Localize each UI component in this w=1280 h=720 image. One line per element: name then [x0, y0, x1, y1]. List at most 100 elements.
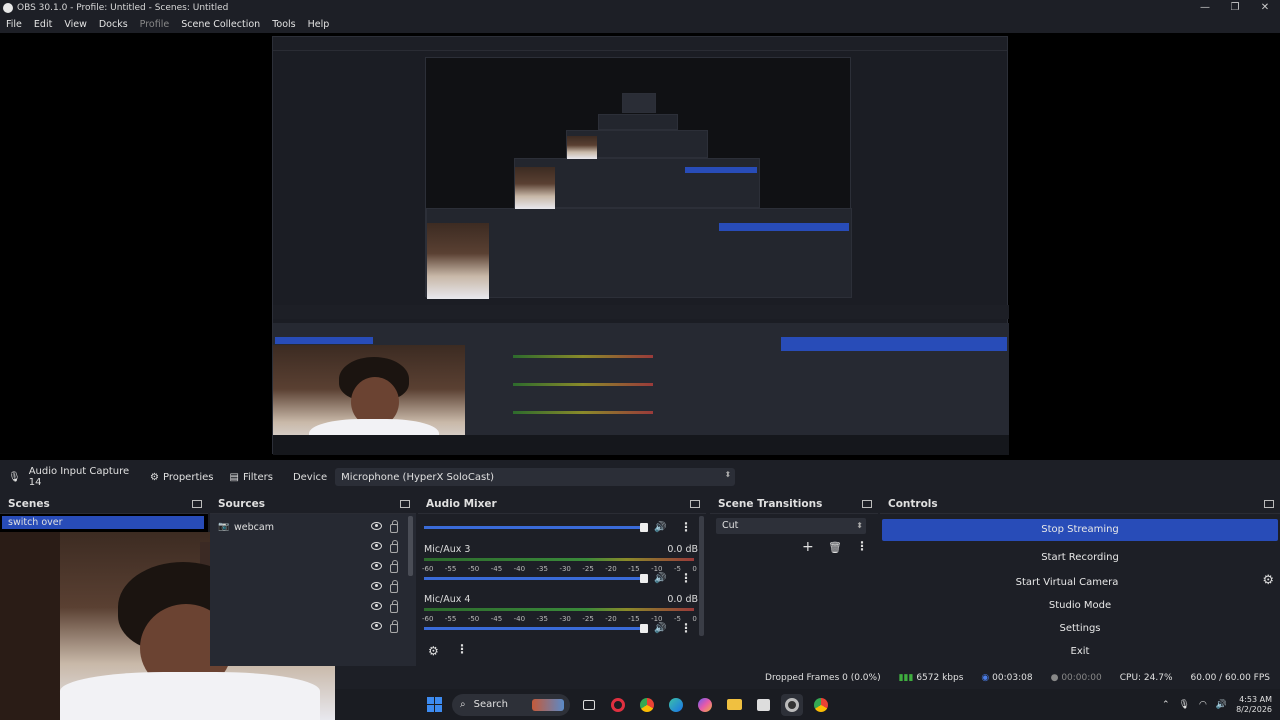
- start-recording-button[interactable]: Start Recording: [882, 548, 1278, 568]
- lock-icon[interactable]: [390, 559, 398, 573]
- taskbar-search[interactable]: ⌕ Search: [452, 693, 570, 716]
- folder-icon: [726, 699, 742, 710]
- channel-db: 0.0 dB: [667, 594, 698, 605]
- opera-app[interactable]: [607, 694, 629, 716]
- settings-button[interactable]: Settings: [882, 619, 1278, 639]
- exit-button[interactable]: Exit: [882, 642, 1278, 662]
- studio-mode-button[interactable]: Studio Mode: [882, 596, 1278, 616]
- advanced-audio-gear-icon[interactable]: ⚙: [428, 644, 439, 658]
- channel-name: Mic/Aux 4: [424, 594, 471, 605]
- preview-canvas[interactable]: [0, 33, 1280, 460]
- close-button[interactable]: ✕: [1250, 0, 1280, 15]
- filter-icon: ▤: [229, 471, 239, 483]
- db-scale: -60 -55 -50 -45 -40 -35 -30 -25 -20 -15 -10 -5 0: [422, 565, 697, 573]
- scrollbar[interactable]: [699, 516, 704, 636]
- lock-icon[interactable]: [390, 599, 398, 613]
- stop-streaming-button[interactable]: Stop Streaming: [882, 519, 1278, 541]
- virtual-camera-settings-gear-icon[interactable]: ⚙: [1262, 573, 1274, 588]
- scene-item[interactable]: switch over: [2, 516, 204, 529]
- trash-icon[interactable]: 🗑: [828, 541, 842, 554]
- menu-scene-collection[interactable]: Scene Collection: [175, 19, 266, 30]
- undock-icon[interactable]: [1264, 499, 1274, 508]
- chevron-up-icon[interactable]: ⌃: [1162, 700, 1170, 710]
- copilot-app[interactable]: [694, 694, 716, 716]
- menu-tools[interactable]: Tools: [266, 19, 301, 30]
- menu-view[interactable]: View: [58, 19, 93, 30]
- properties-button[interactable]: ⚙ Properties: [142, 467, 222, 487]
- start-button[interactable]: [423, 694, 445, 716]
- start-virtual-camera-button[interactable]: Start Virtual Camera: [882, 573, 1252, 593]
- visibility-eye-icon[interactable]: [371, 581, 382, 590]
- maximize-button[interactable]: ❐: [1220, 0, 1250, 15]
- visibility-eye-icon[interactable]: [371, 621, 382, 630]
- device-select[interactable]: Microphone (HyperX SoloCast) ⬍: [335, 468, 736, 486]
- chrome-app[interactable]: [636, 694, 658, 716]
- kebab-menu-icon[interactable]: ⋮: [680, 520, 692, 534]
- mixer-channel-partial: 🔊 ⋮: [422, 496, 696, 544]
- lock-icon[interactable]: [390, 619, 398, 633]
- undock-icon[interactable]: [862, 499, 872, 508]
- dropped-frames: Dropped Frames 0 (0.0%): [765, 673, 881, 683]
- add-icon[interactable]: +: [802, 539, 814, 555]
- lock-icon[interactable]: [390, 579, 398, 593]
- obs-logo-icon: [3, 2, 13, 13]
- stream-time: ◉ 00:03:08: [981, 673, 1033, 683]
- volume-icon[interactable]: 🔊: [654, 623, 666, 634]
- volume-slider-knob[interactable]: [640, 574, 648, 583]
- undock-icon[interactable]: [400, 499, 410, 508]
- menu-edit[interactable]: Edit: [28, 19, 58, 30]
- volume-slider[interactable]: [424, 627, 646, 630]
- file-explorer-app[interactable]: [723, 694, 745, 716]
- menu-docks[interactable]: Docks: [93, 19, 134, 30]
- channel-name: Mic/Aux 3: [424, 544, 471, 555]
- lock-icon[interactable]: [390, 539, 398, 553]
- wifi-icon[interactable]: ◠: [1199, 700, 1207, 710]
- volume-icon[interactable]: 🔊: [654, 573, 666, 584]
- updown-arrow-icon: ⬍: [856, 521, 863, 530]
- volume-slider[interactable]: [424, 577, 646, 580]
- task-view-icon: [583, 699, 595, 710]
- scenes-title: Scenes: [8, 497, 50, 510]
- transition-select[interactable]: Cut ⬍: [716, 518, 866, 534]
- scene-transitions-dock: Scene Transitions Cut ⬍ + 🗑 ⋮: [710, 494, 878, 666]
- volume-icon[interactable]: 🔊: [654, 522, 666, 533]
- menu-file[interactable]: File: [0, 19, 28, 30]
- volume-meter: [424, 558, 694, 561]
- undock-icon[interactable]: [192, 499, 202, 508]
- visibility-eye-icon[interactable]: [371, 521, 382, 530]
- filters-button[interactable]: ▤ Filters: [222, 467, 281, 487]
- task-view-button[interactable]: [578, 694, 600, 716]
- clock-date: 8/2/2026: [1236, 704, 1272, 714]
- volume-slider-knob[interactable]: [640, 624, 648, 633]
- source-item[interactable]: 📷 webcam: [210, 518, 400, 536]
- transition-value: Cut: [722, 520, 739, 531]
- menu-profile: Profile: [139, 18, 170, 30]
- obs-app[interactable]: [781, 693, 803, 716]
- lock-icon[interactable]: [390, 519, 398, 533]
- device-label: Device: [292, 471, 328, 483]
- mixer-menu-icon[interactable]: ⋮: [456, 642, 468, 656]
- kebab-menu-icon[interactable]: ⋮: [680, 621, 692, 635]
- visibility-eye-icon[interactable]: [371, 541, 382, 550]
- chrome-app-2[interactable]: [810, 694, 832, 716]
- visibility-eye-icon[interactable]: [371, 561, 382, 570]
- minimize-button[interactable]: —: [1190, 0, 1220, 15]
- store-icon: [756, 698, 770, 711]
- edge-app[interactable]: [665, 694, 687, 716]
- broadcast-icon: ◉: [981, 673, 990, 683]
- kebab-menu-icon[interactable]: ⋮: [856, 539, 868, 553]
- signal-bars-icon: ▮▮▮: [898, 673, 914, 683]
- visibility-eye-icon[interactable]: [371, 601, 382, 610]
- menu-help[interactable]: Help: [302, 19, 336, 30]
- transitions-title: Scene Transitions: [718, 497, 823, 510]
- scrollbar[interactable]: [408, 516, 413, 576]
- menu-bar: File Edit View Docks Profile Scene Colle…: [0, 15, 1280, 33]
- clock[interactable]: 4:53 AM 8/2/2026: [1236, 695, 1272, 715]
- speaker-icon[interactable]: 🔊: [1216, 700, 1227, 710]
- microphone-tray-icon[interactable]: 🎙: [1179, 700, 1190, 710]
- title-bar: OBS 30.1.0 - Profile: Untitled - Scenes:…: [0, 0, 1280, 15]
- mixer-channel: Mic/Aux 3 0.0 dB -60 -55 -50 -45 -40 -35 -30 -2…: [422, 544, 698, 592]
- kebab-menu-icon[interactable]: ⋮: [680, 571, 692, 585]
- store-app[interactable]: [752, 694, 774, 716]
- status-bar: Dropped Frames 0 (0.0%) ▮▮▮ 6572 kbps ◉ …: [335, 669, 1280, 687]
